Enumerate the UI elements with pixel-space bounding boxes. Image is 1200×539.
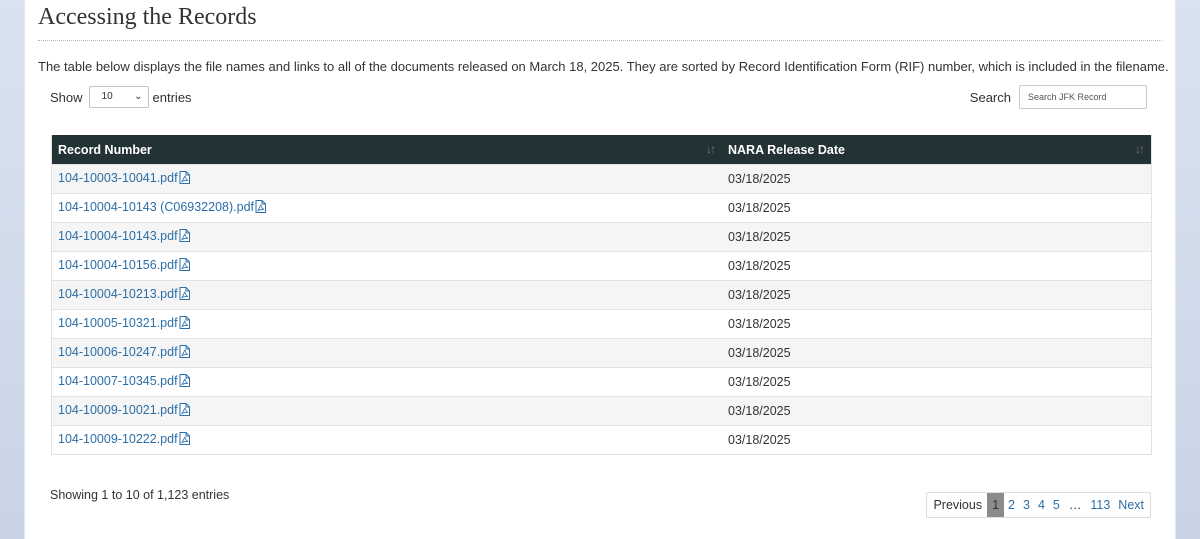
record-number-cell: 104-10007-10345.pdf: [52, 367, 722, 397]
record-number-cell: 104-10005-10321.pdf: [52, 309, 722, 339]
release-date-cell: 03/18/2025: [722, 338, 1151, 368]
pdf-file-icon: [179, 403, 190, 419]
record-link[interactable]: 104-10007-10345.pdf: [58, 374, 190, 388]
record-link[interactable]: 104-10004-10143.pdf: [58, 229, 190, 243]
pdf-file-icon: [179, 374, 190, 390]
column-header-release-date[interactable]: NARA Release Date ↓↑: [722, 135, 1151, 165]
page-button-current[interactable]: 1: [987, 493, 1005, 517]
pdf-file-icon: [179, 316, 190, 332]
pdf-file-icon: [179, 229, 190, 245]
pdf-file-icon: [179, 287, 190, 303]
entries-per-page-select[interactable]: 10 ⌄: [88, 86, 149, 108]
pagination: Previous 1 2 3 4 5 … 113 Next: [926, 492, 1151, 518]
record-link[interactable]: 104-10004-10213.pdf: [58, 287, 190, 301]
table-info: Showing 1 to 10 of 1,123 entries: [50, 488, 230, 502]
entries-per-page-value: 10: [101, 91, 113, 102]
sort-arrows-icon: ↓↑: [1135, 142, 1145, 156]
table-header-row: Record Number ↓↑ NARA Release Date ↓↑: [52, 135, 1151, 165]
title-divider: [38, 40, 1162, 41]
column-header-label: NARA Release Date: [728, 142, 845, 157]
release-date-cell: 03/18/2025: [722, 309, 1151, 339]
record-filename: 104-10004-10143 (C06932208).pdf: [58, 200, 254, 214]
table-row: 104-10004-10143 (C06932208).pdf 03/18/202…: [52, 193, 1151, 223]
table-row: 104-10004-10143.pdf 03/18/2025: [52, 222, 1151, 252]
sort-arrows-icon: ↓↑: [706, 142, 716, 156]
record-number-cell: 104-10004-10213.pdf: [52, 280, 722, 310]
record-number-cell: 104-10006-10247.pdf: [52, 338, 722, 368]
chevron-down-icon: ⌄: [134, 91, 143, 102]
entries-length-control: Show 10 ⌄ entries: [50, 85, 192, 109]
record-number-cell: 104-10009-10222.pdf: [52, 425, 722, 454]
record-filename: 104-10004-10143.pdf: [58, 229, 178, 243]
records-table-wrapper: Record Number ↓↑ NARA Release Date ↓↑ 10…: [51, 135, 1152, 455]
records-table: Record Number ↓↑ NARA Release Date ↓↑ 10…: [52, 135, 1151, 454]
pdf-file-icon: [179, 432, 190, 448]
table-row: 104-10004-10156.pdf 03/18/2025: [52, 251, 1151, 281]
table-row: 104-10009-10021.pdf 03/18/2025: [52, 396, 1151, 426]
record-filename: 104-10004-10156.pdf: [58, 258, 178, 272]
intro-text: The table below displays the file names …: [38, 59, 1169, 74]
table-row: 104-10006-10247.pdf 03/18/2025: [52, 338, 1151, 368]
record-link[interactable]: 104-10009-10222.pdf: [58, 432, 190, 446]
records-panel: Accessing the Records The table below di…: [24, 0, 1176, 539]
release-date-cell: 03/18/2025: [722, 251, 1151, 281]
column-header-record-number[interactable]: Record Number ↓↑: [52, 135, 722, 165]
release-date-cell: 03/18/2025: [722, 425, 1151, 454]
next-page-button[interactable]: Next: [1114, 493, 1150, 517]
record-number-cell: 104-10003-10041.pdf: [52, 164, 722, 194]
pdf-file-icon: [255, 200, 266, 216]
record-link[interactable]: 104-10004-10156.pdf: [58, 258, 190, 272]
entries-label: entries: [152, 89, 192, 105]
record-filename: 104-10005-10321.pdf: [58, 316, 178, 330]
record-number-cell: 104-10009-10021.pdf: [52, 396, 722, 426]
page-button-last[interactable]: 113: [1086, 493, 1114, 517]
record-filename: 104-10006-10247.pdf: [58, 345, 178, 359]
table-body: 104-10003-10041.pdf 03/18/2025 104-10004-1…: [52, 164, 1151, 454]
record-filename: 104-10007-10345.pdf: [58, 374, 178, 388]
release-date-cell: 03/18/2025: [722, 396, 1151, 426]
pdf-file-icon: [179, 258, 190, 274]
record-link[interactable]: 104-10004-10143 (C06932208).pdf: [58, 200, 266, 214]
page-button[interactable]: 2: [1004, 493, 1019, 517]
column-header-label: Record Number: [58, 142, 152, 157]
record-filename: 104-10003-10041.pdf: [58, 171, 178, 185]
record-link[interactable]: 104-10009-10021.pdf: [58, 403, 190, 417]
page-button[interactable]: 4: [1034, 493, 1049, 517]
search-input[interactable]: [1019, 85, 1147, 109]
table-row: 104-10003-10041.pdf 03/18/2025: [52, 164, 1151, 194]
pdf-file-icon: [179, 171, 190, 187]
release-date-cell: 03/18/2025: [722, 222, 1151, 252]
record-filename: 104-10009-10021.pdf: [58, 403, 178, 417]
show-label: Show: [50, 89, 83, 105]
search-label: Search: [969, 89, 1011, 105]
table-row: 104-10007-10345.pdf 03/18/2025: [52, 367, 1151, 397]
record-filename: 104-10004-10213.pdf: [58, 287, 178, 301]
record-link[interactable]: 104-10003-10041.pdf: [58, 171, 190, 185]
release-date-cell: 03/18/2025: [722, 164, 1151, 194]
release-date-cell: 03/18/2025: [722, 367, 1151, 397]
table-row: 104-10009-10222.pdf 03/18/2025: [52, 425, 1151, 454]
table-row: 104-10004-10213.pdf 03/18/2025: [52, 280, 1151, 310]
search-control: Search: [970, 85, 1147, 109]
release-date-cell: 03/18/2025: [722, 193, 1151, 223]
record-filename: 104-10009-10222.pdf: [58, 432, 178, 446]
previous-page-button[interactable]: Previous: [927, 493, 987, 517]
pdf-file-icon: [179, 345, 190, 361]
record-link[interactable]: 104-10006-10247.pdf: [58, 345, 190, 359]
table-row: 104-10005-10321.pdf 03/18/2025: [52, 309, 1151, 339]
record-link[interactable]: 104-10005-10321.pdf: [58, 316, 190, 330]
page-button[interactable]: 3: [1019, 493, 1034, 517]
release-date-cell: 03/18/2025: [722, 280, 1151, 310]
page-title: Accessing the Records: [38, 4, 257, 30]
record-number-cell: 104-10004-10156.pdf: [52, 251, 722, 281]
page-button[interactable]: 5: [1049, 493, 1064, 517]
record-number-cell: 104-10004-10143.pdf: [52, 222, 722, 252]
record-number-cell: 104-10004-10143 (C06932208).pdf: [52, 193, 722, 223]
pagination-ellipsis: …: [1068, 498, 1082, 512]
